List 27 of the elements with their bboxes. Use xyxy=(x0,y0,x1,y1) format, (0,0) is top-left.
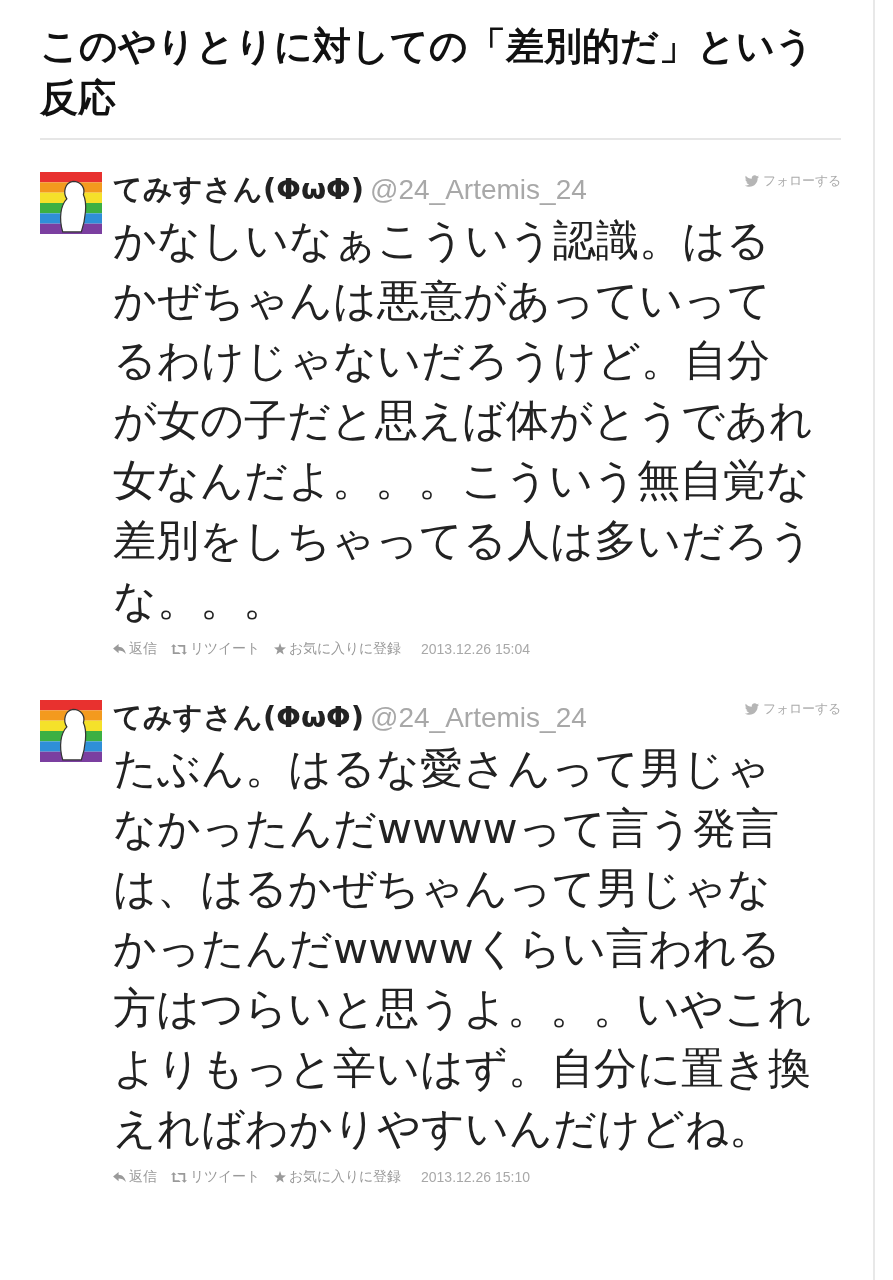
timestamp[interactable]: 2013.12.26 15:04 xyxy=(421,641,530,657)
section-heading: このやりとりに対しての「差別的だ」という反応 xyxy=(40,23,815,122)
tweet-text: たぶん。はるな愛さんって男じゃなかったんだwwwwって言う発言は、はるかぜちゃんって男じゃなかったんだwwwwくらい言われる方はつらいと思うよ。。。いやこれよりもっと辛いはず。自分に置き換えればわかりやすいんだけどね。 xyxy=(113,742,813,1155)
user-handle[interactable]: @24_Artemis_24 xyxy=(370,174,587,206)
user-name[interactable]: てみすさん(ΦωΦ) xyxy=(113,698,365,738)
user-handle[interactable]: @24_Artemis_24 xyxy=(370,702,587,734)
avatar[interactable] xyxy=(40,700,102,762)
tweet-action[interactable]: リツイート xyxy=(171,640,260,658)
reply-icon xyxy=(113,1171,126,1183)
star-icon xyxy=(274,1171,286,1183)
timestamp[interactable]: 2013.12.26 15:10 xyxy=(421,1169,530,1185)
bird-icon xyxy=(744,702,760,716)
tweet-action[interactable]: お気に入りに登録 xyxy=(274,1168,401,1186)
tweet-action[interactable]: リツイート xyxy=(171,1168,260,1186)
avatar[interactable] xyxy=(40,172,102,234)
star-icon xyxy=(274,643,286,655)
tweet-action[interactable]: 返信 xyxy=(113,1168,157,1186)
follow-link[interactable]: フォローする xyxy=(744,700,841,718)
retweet-icon xyxy=(171,643,187,655)
bird-icon xyxy=(744,174,760,188)
retweet-icon xyxy=(171,1171,187,1183)
follow-link[interactable]: フォローする xyxy=(744,172,841,190)
reply-icon xyxy=(113,643,126,655)
tweet-action[interactable]: 返信 xyxy=(113,640,157,658)
tweet-text: かなしいなぁこういう認識。はるかぜちゃんは悪意があっていってるわけじゃないだろうけど。自分が女の子だと思えば体がとうであれ女なんだよ。。。こういう無自覚な差別をしちゃってる人は多いだろうな。。。 xyxy=(113,214,813,627)
user-name[interactable]: てみすさん(ΦωΦ) xyxy=(113,170,365,210)
tweet-action[interactable]: お気に入りに登録 xyxy=(274,640,401,658)
